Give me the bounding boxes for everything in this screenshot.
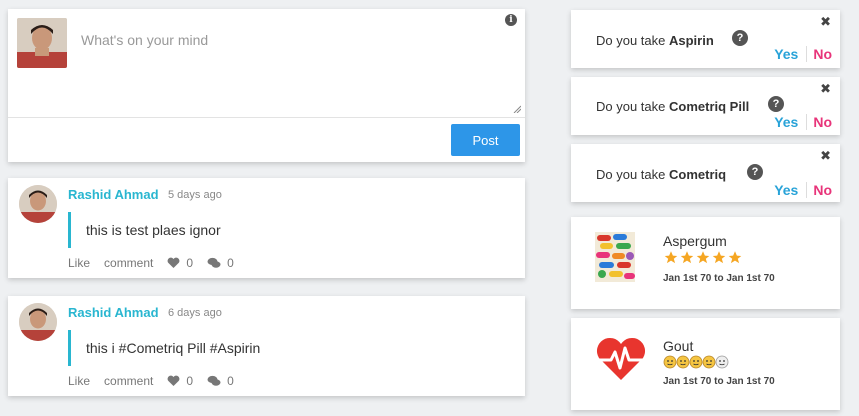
post-timestamp: 5 days ago — [168, 189, 222, 201]
like-link[interactable]: Like — [68, 256, 90, 270]
heartbeat-icon — [596, 337, 646, 380]
mood-face-icon — [676, 355, 690, 369]
mood-face-icon — [715, 355, 729, 369]
help-icon[interactable]: ? — [768, 96, 784, 112]
post-timestamp: 6 days ago — [168, 307, 222, 319]
comment-count: 0 — [227, 374, 234, 388]
condition-card[interactable]: Gout Jan 1st 70 to Jan 1st 70 — [571, 318, 840, 410]
star-icon — [664, 251, 678, 264]
question-text: Do you take Aspirin — [596, 33, 714, 48]
question-text: Do you take Cometriq — [596, 167, 727, 182]
feed-post: Rashid Ahmad 5 days ago this is test pla… — [8, 178, 525, 278]
yes-no-group: Yes No — [774, 46, 832, 62]
help-icon[interactable]: ? — [747, 164, 763, 180]
drug-name: Aspirin — [669, 33, 714, 48]
mood-face-icon — [663, 355, 677, 369]
pills-image — [595, 232, 635, 282]
avatar — [17, 18, 67, 68]
status-input[interactable] — [73, 14, 521, 118]
condition-name: Gout — [663, 338, 694, 354]
mood-face-icon — [702, 355, 716, 369]
medication-question: ✖ Do you take Cometriq Pill ? Yes No — [571, 77, 840, 135]
comment-link[interactable]: comment — [104, 374, 153, 388]
resize-grip-icon[interactable] — [513, 105, 521, 113]
post-text: this i #Cometriq Pill #Aspirin — [68, 330, 508, 366]
star-icon — [680, 251, 694, 264]
no-button[interactable]: No — [807, 114, 832, 130]
author-name[interactable]: Rashid Ahmad — [68, 305, 159, 320]
medication-card[interactable]: Aspergum Jan 1st 70 to Jan 1st 70 — [571, 217, 840, 309]
comment-count: 0 — [227, 256, 234, 270]
close-icon[interactable]: ✖ — [820, 14, 831, 30]
mood-rating — [663, 355, 729, 369]
author-name[interactable]: Rashid Ahmad — [68, 187, 159, 202]
avatar[interactable] — [19, 185, 57, 223]
divider — [8, 117, 525, 118]
medication-question: ✖ Do you take Aspirin ? Yes No — [571, 10, 840, 68]
close-icon[interactable]: ✖ — [820, 148, 831, 164]
close-icon[interactable]: ✖ — [820, 81, 831, 97]
star-icon — [712, 251, 726, 264]
question-text: Do you take Cometriq Pill — [596, 99, 750, 114]
yes-no-group: Yes No — [774, 114, 832, 130]
medication-question: ✖ Do you take Cometriq ? Yes No — [571, 144, 840, 202]
post-actions: Like comment 0 0 — [68, 374, 248, 388]
heart-icon — [167, 375, 180, 386]
feed-post: Rashid Ahmad 6 days ago this i #Cometriq… — [8, 296, 525, 396]
comments-icon — [207, 375, 221, 386]
drug-name: Cometriq Pill — [669, 99, 750, 114]
help-icon[interactable]: ? — [732, 30, 748, 46]
no-button[interactable]: No — [807, 46, 832, 62]
like-count: 0 — [186, 374, 194, 388]
post-composer: i Post — [8, 9, 525, 162]
drug-name: Cometriq — [669, 167, 727, 182]
yes-button[interactable]: Yes — [774, 182, 808, 198]
info-icon[interactable]: i — [505, 14, 517, 26]
yes-button[interactable]: Yes — [774, 46, 808, 62]
comments-icon — [207, 257, 221, 268]
post-actions: Like comment 0 0 — [68, 256, 248, 270]
like-count: 0 — [186, 256, 194, 270]
mood-face-icon — [689, 355, 703, 369]
avatar[interactable] — [19, 303, 57, 341]
post-button[interactable]: Post — [451, 124, 520, 156]
yes-button[interactable]: Yes — [774, 114, 808, 130]
yes-no-group: Yes No — [774, 182, 832, 198]
no-button[interactable]: No — [807, 182, 832, 198]
medication-name: Aspergum — [663, 233, 727, 249]
star-rating — [663, 250, 743, 265]
heart-icon — [167, 257, 180, 268]
star-icon — [728, 251, 742, 264]
date-range: Jan 1st 70 to Jan 1st 70 — [663, 273, 775, 284]
comment-link[interactable]: comment — [104, 256, 153, 270]
post-text: this is test plaes ignor — [68, 212, 508, 248]
date-range: Jan 1st 70 to Jan 1st 70 — [663, 376, 775, 387]
like-link[interactable]: Like — [68, 374, 90, 388]
star-icon — [696, 251, 710, 264]
